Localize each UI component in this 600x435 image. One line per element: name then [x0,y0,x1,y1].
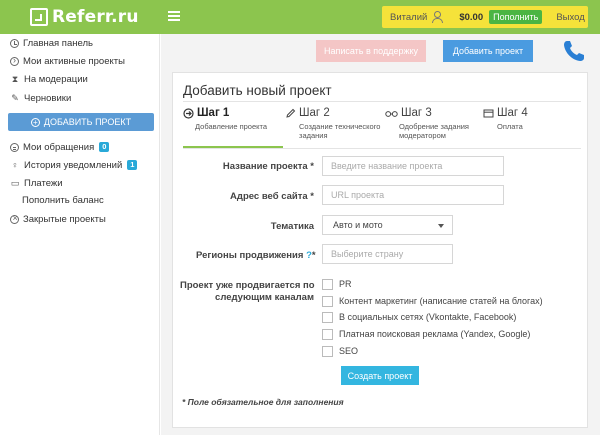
regions-input[interactable] [322,244,453,264]
step-4[interactable]: Шаг 4 Оплата [483,107,583,147]
channel-option-paid-search[interactable]: Платная поисковая реклама (Yandex, Googl… [322,328,530,340]
add-project-button[interactable]: Добавить проект [443,40,533,62]
user-name[interactable]: Виталий [390,12,427,23]
step-subtitle: Оплата [497,122,523,131]
sidebar-item-label: На модерации [24,73,88,85]
step-1[interactable]: Шаг 1 Добавление проекта [183,107,283,147]
sidebar-item-label: Мои обращения [23,141,95,153]
sidebar-item-tickets[interactable]: Мои обращения 0 [10,140,110,154]
sidebar-item-label: История уведомлений [24,159,123,171]
card-icon: ▭ [10,177,20,188]
step-2[interactable]: Шаг 2 Создание технического задания [285,107,385,147]
step-subtitle: Одобрение задания модератором [399,122,469,140]
sidebar-item-label: Пополнить баланс [22,194,104,206]
channel-option-seo[interactable]: SEO [322,345,358,357]
steps-divider [183,148,581,149]
channel-label: Платная поисковая реклама (Yandex, Googl… [339,329,531,339]
step-subtitle: Добавление проекта [195,122,268,131]
channels-label: Проект уже продвигается по следующим кан… [180,280,315,303]
contact-support-button[interactable]: Написать в поддержку [316,40,426,62]
create-project-button[interactable]: Создать проект [341,366,419,385]
form-title: Добавить новый проект [183,83,332,98]
sidebar-add-project-label: ДОБАВИТЬ ПРОЕКТ [43,117,132,127]
channel-checkbox[interactable] [322,278,333,290]
logo[interactable]: Referr.ru [30,6,139,28]
channel-option-content-marketing[interactable]: Контент маркетинг (написание статей на б… [322,295,543,307]
channel-checkbox[interactable] [322,311,333,323]
pencil-icon [285,108,296,119]
logo-text: Referr.ru [52,7,139,27]
step-subtitle: Создание технического задания [299,122,381,140]
x-circle-icon [10,213,19,224]
balance-amount: $0.00 [459,11,484,23]
bulb-icon: ♀ [11,160,19,170]
website-url-input[interactable] [322,185,504,205]
topic-selected-value: Авто и мото [333,220,383,230]
required-field-note: * Поле обязательное для заполнения [182,397,344,407]
website-url-label: Адрес веб сайта * [230,191,314,202]
sidebar-item-drafts[interactable]: ✎ Черновики [10,91,71,105]
sidebar-item-notifications[interactable]: ♀ История уведомлений 1 [10,158,138,172]
channel-label: SEO [339,346,359,356]
regions-label: Регионы продвижения ?* [196,250,316,261]
active-step-indicator [183,146,283,148]
project-name-input[interactable] [322,156,504,176]
topic-label: Тематика [270,221,314,232]
plus-circle-icon: + [30,117,40,127]
sidebar-item-label: Главная панель [23,37,93,49]
project-name-label: Название проекта * [222,161,314,172]
sidebar-item-payments[interactable]: ▭ Платежи [10,176,63,190]
sidebar-item-label: Черновики [24,92,72,104]
channel-label: PR [339,279,352,289]
sidebar-add-project-button[interactable]: + ДОБАВИТЬ ПРОЕКТ [8,113,154,131]
channel-label: Контент маркетинг (написание статей на б… [339,296,543,306]
channel-checkbox[interactable] [322,328,333,340]
channel-label: В социальных сетях (Vkontakte, Facebook) [339,312,517,322]
sidebar-item-label: Платежи [24,177,63,189]
user-panel: Виталий $0.00 Пополнить Выход [382,6,588,28]
logo-check-icon [30,8,48,26]
step-title: Шаг 1 [197,107,230,119]
chat-circle-icon [10,142,19,152]
step-title: Шаг 3 [401,107,432,119]
sidebar-item-label: Мои активные проекты [23,55,125,67]
channel-checkbox[interactable] [322,345,333,357]
sidebar-item-moderation[interactable]: ⧗ На модерации [10,72,88,86]
sidebar-item-label: Закрытые проекты [23,213,106,225]
channel-checkbox[interactable] [322,295,333,307]
hamburger-menu-icon[interactable] [168,11,180,21]
chevron-down-icon [438,224,444,228]
title-divider [183,101,581,102]
pencil-icon: ✎ [11,92,19,103]
top-up-button[interactable]: Пополнить [489,10,543,24]
tickets-count-badge: 0 [99,142,110,152]
channel-option-social[interactable]: В социальных сетях (Vkontakte, Facebook) [322,311,516,323]
logout-link[interactable]: Выход [556,12,584,23]
arrow-circle-icon [10,55,19,66]
sidebar-item-active-projects[interactable]: Мои активные проекты [10,54,125,68]
channel-option-pr[interactable]: PR [322,278,352,290]
arrow-circle-icon [183,107,194,119]
notifications-count-badge: 1 [127,160,138,170]
card-icon [483,108,494,119]
clock-icon [10,38,19,48]
sidebar-item-top-up-balance[interactable]: Пополнить баланс [22,193,104,207]
topic-select[interactable]: Авто и мото [322,215,453,235]
phone-icon[interactable] [561,38,587,64]
hourglass-icon: ⧗ [11,73,19,84]
step-3[interactable]: Шаг 3 Одобрение задания модератором [385,107,485,147]
step-title: Шаг 2 [299,107,330,119]
sidebar-item-dashboard[interactable]: Главная панель [10,36,93,50]
user-icon[interactable] [431,11,444,23]
glasses-icon [385,108,398,119]
sidebar-item-closed-projects[interactable]: Закрытые проекты [10,212,106,226]
step-title: Шаг 4 [497,107,528,119]
top-header-bar: Referr.ru Виталий $0.00 Пополнить Выход [0,0,600,34]
